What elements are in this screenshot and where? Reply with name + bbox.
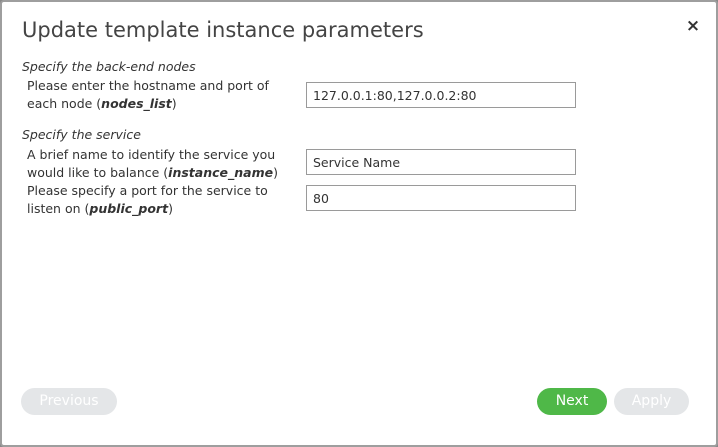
instance-name-label: A brief name to identify the service you… bbox=[27, 146, 302, 182]
previous-button[interactable]: Previous bbox=[21, 388, 117, 415]
nodes-list-label-suffix: ) bbox=[171, 96, 177, 111]
close-icon[interactable]: × bbox=[685, 16, 701, 36]
update-template-dialog: Update template instance parameters × Sp… bbox=[0, 0, 718, 447]
nodes-list-label: Please enter the hostname and port of ea… bbox=[27, 77, 302, 113]
public-port-input[interactable] bbox=[306, 185, 576, 211]
nodes-list-param-name: nodes_list bbox=[101, 96, 172, 111]
nodes-list-input[interactable] bbox=[306, 82, 576, 108]
public-port-label-suffix: ) bbox=[168, 201, 173, 216]
apply-button[interactable]: Apply bbox=[614, 388, 689, 415]
section-title-service: Specify the service bbox=[22, 127, 141, 142]
instance-name-input[interactable] bbox=[306, 149, 576, 175]
dialog-title: Update template instance parameters bbox=[22, 18, 424, 42]
section-title-back-end-nodes: Specify the back-end nodes bbox=[22, 59, 196, 74]
next-button[interactable]: Next bbox=[537, 388, 607, 415]
instance-name-param-name: instance_name bbox=[168, 165, 274, 180]
instance-name-label-suffix: ) bbox=[273, 165, 278, 180]
public-port-label: Please specify a port for the service to… bbox=[27, 182, 302, 218]
public-port-param-name: public_port bbox=[89, 201, 169, 216]
